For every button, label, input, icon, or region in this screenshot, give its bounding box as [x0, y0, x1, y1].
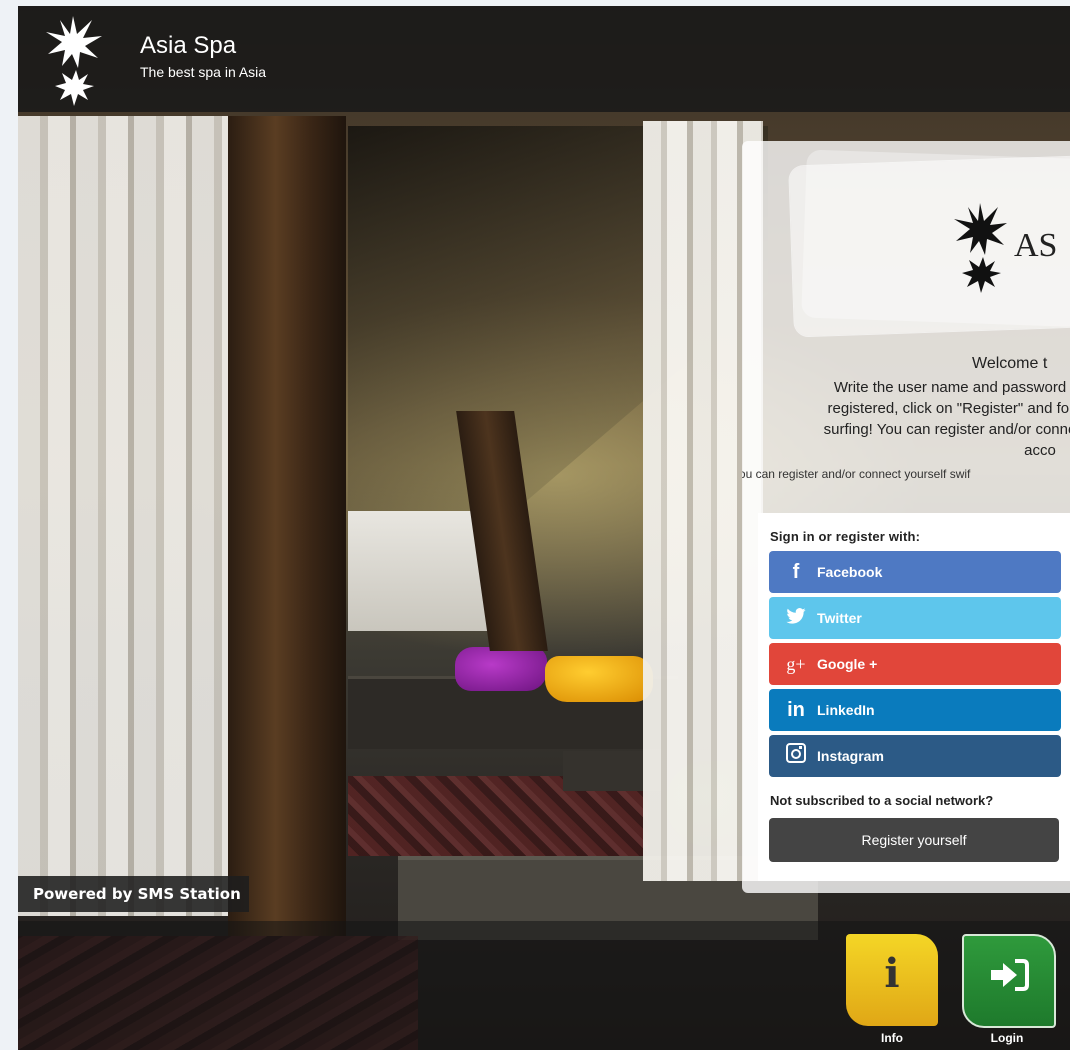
linkedin-button-label: LinkedIn — [817, 702, 875, 718]
flower-logo-icon — [46, 16, 102, 106]
facebook-button-label: Facebook — [817, 564, 883, 580]
background-curtain — [18, 116, 228, 916]
header-bar: Asia Spa The best spa in Asia — [18, 6, 1070, 112]
brand-tagline: The best spa in Asia — [140, 64, 267, 80]
description-line: acco — [1024, 442, 1056, 459]
social-login-title: Sign in or register with: — [770, 529, 921, 544]
swift-register-note: You can register and/or connect yourself… — [742, 467, 971, 481]
facebook-icon: f — [792, 560, 800, 583]
not-subscribed-label: Not subscribed to a social network? — [770, 793, 994, 808]
linkedin-button[interactable]: in LinkedIn — [769, 689, 1061, 731]
flower-logo-icon — [954, 203, 1007, 293]
social-login-box: Sign in or register with: f Facebook Twi… — [758, 513, 1070, 881]
info-label: Info — [881, 1031, 903, 1045]
page-frame: Asia Spa The best spa in Asia AS Welcome… — [18, 6, 1070, 1050]
google-plus-button[interactable]: g+ Google + — [769, 643, 1061, 685]
welcome-description: Write the user name and password registe… — [770, 377, 1070, 461]
background-pillow — [545, 656, 653, 702]
twitter-button-label: Twitter — [817, 610, 862, 626]
google-plus-icon: g+ — [786, 653, 806, 674]
login-button[interactable] — [962, 934, 1056, 1028]
login-label: Login — [990, 1031, 1024, 1045]
instagram-icon — [783, 743, 809, 769]
background-beam — [228, 116, 346, 936]
info-button[interactable]: i — [846, 934, 938, 1026]
instagram-button[interactable]: Instagram — [769, 735, 1061, 777]
welcome-heading: Welcome t — [972, 355, 1048, 372]
login-panel: AS Welcome t Write the user name and pas… — [742, 141, 1070, 893]
facebook-button[interactable]: f Facebook — [769, 551, 1061, 593]
brand-name: Asia Spa — [140, 32, 237, 59]
linkedin-icon: in — [787, 698, 805, 721]
description-line: registered, click on "Register" and fol — [827, 400, 1070, 417]
panel-logo-text: AS — [1014, 227, 1058, 264]
login-icon — [964, 958, 1054, 1001]
twitter-icon — [783, 607, 809, 630]
instagram-button-label: Instagram — [817, 748, 884, 764]
google-plus-button-label: Google + — [817, 656, 878, 672]
info-icon: i — [884, 950, 900, 997]
register-button[interactable]: Register yourself — [769, 818, 1059, 862]
twitter-button[interactable]: Twitter — [769, 597, 1061, 639]
description-line: Write the user name and password — [833, 379, 1067, 396]
background-pillow — [455, 647, 547, 691]
description-line: surfing! You can register and/or conne — [823, 421, 1070, 438]
powered-by-label: Powered by SMS Station — [18, 876, 249, 912]
